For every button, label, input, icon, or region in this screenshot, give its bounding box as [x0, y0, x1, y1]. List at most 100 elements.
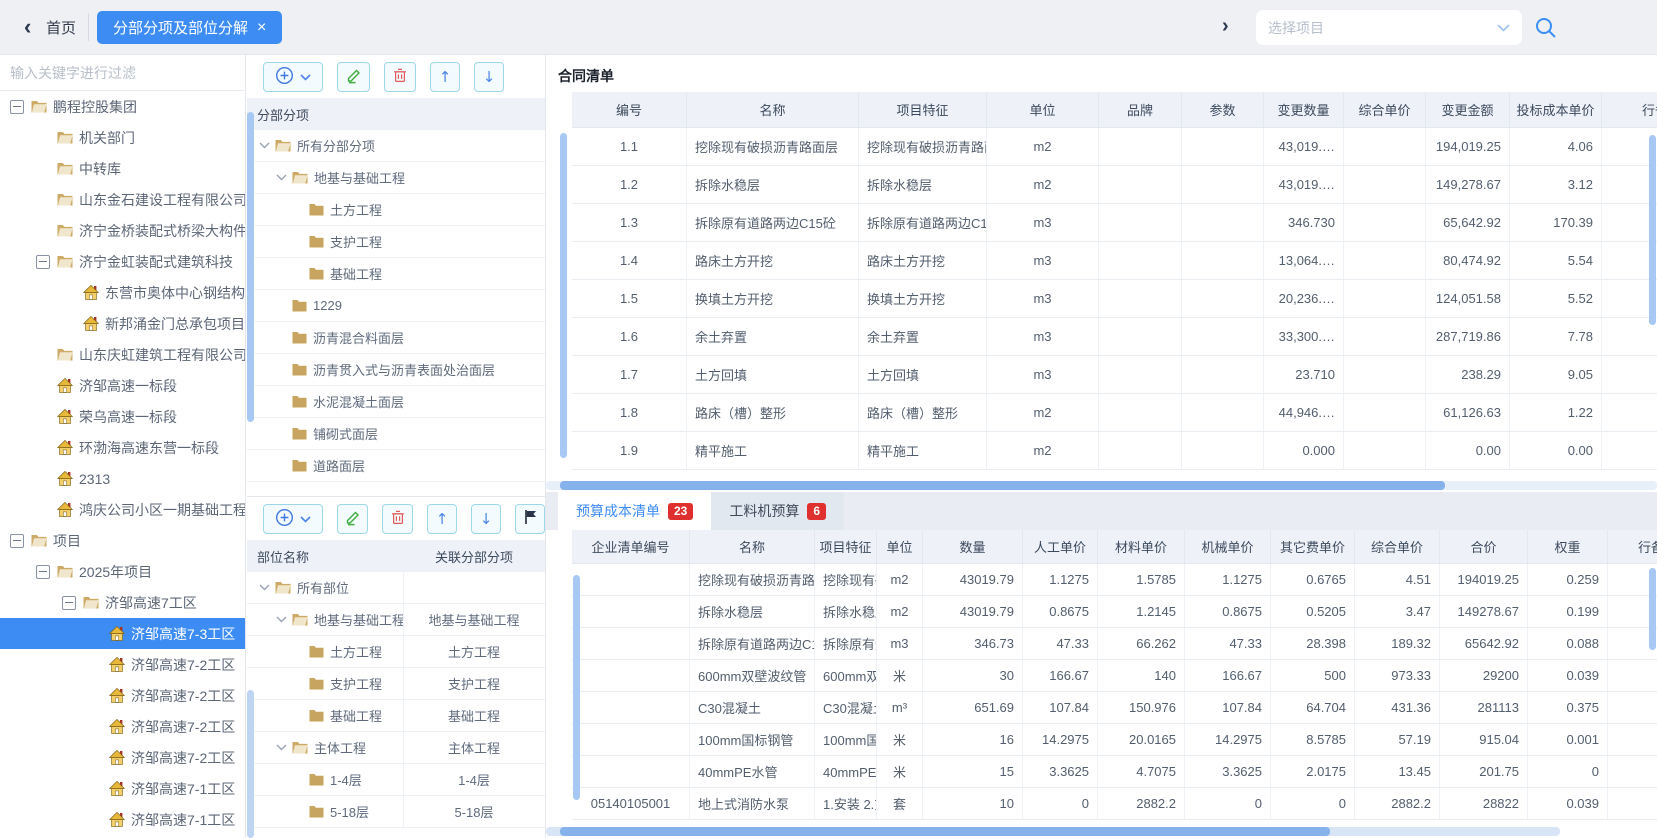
parts-table-row[interactable]: 5-18层5-18层: [247, 796, 545, 828]
parts-table-row[interactable]: 主体工程主体工程: [247, 732, 545, 764]
column-header[interactable]: 企业清单编号: [572, 530, 690, 564]
sidebar-scrollbar-thumb[interactable]: [247, 112, 254, 422]
edit-button[interactable]: [337, 62, 370, 92]
sidebar-tree-item[interactable]: 山东庆虹建筑工程有限公司: [0, 339, 245, 370]
column-header[interactable]: 变更金额: [1426, 92, 1510, 128]
search-icon[interactable]: [1534, 16, 1557, 42]
table-row[interactable]: 挖除现有破损沥青路面层挖除现有破损沥青路面层m243019.791.12751.…: [572, 564, 1657, 596]
column-header[interactable]: 其它费单价: [1271, 530, 1355, 564]
chevron-down-icon[interactable]: [276, 616, 287, 623]
sidebar-tree-item[interactable]: 济邹高速7工区: [0, 587, 245, 618]
sidebar-tree-item[interactable]: 济邹高速7-2工区（: [0, 649, 245, 680]
parts-table-row[interactable]: 支护工程支护工程: [247, 668, 545, 700]
division-tree-item[interactable]: 支护工程: [247, 226, 545, 258]
table-row[interactable]: 拆除原有道路两边C15砼拆除原有道路两边C15砼m3346.7347.3366.…: [572, 628, 1657, 660]
column-header[interactable]: 合价: [1440, 530, 1528, 564]
collapse-expander-icon[interactable]: [62, 596, 76, 610]
table-row[interactable]: 1.5换填土方开挖换填土方开挖m320,236.…124,051.585.52: [572, 280, 1657, 318]
sidebar-tree-item[interactable]: 项目: [0, 525, 245, 556]
table-row[interactable]: 1.2拆除水稳层拆除水稳层m243,019.…149,278.673.12: [572, 166, 1657, 204]
column-header[interactable]: 人工单价: [1023, 530, 1098, 564]
column-header[interactable]: 综合单价: [1344, 92, 1426, 128]
chevron-down-icon[interactable]: [276, 744, 287, 751]
division-tree-item[interactable]: 1229: [247, 290, 545, 322]
sidebar-filter-input[interactable]: [0, 55, 246, 91]
edit-button[interactable]: [337, 504, 368, 534]
project-select[interactable]: 选择项目: [1256, 10, 1522, 45]
contract-hscroll-thumb[interactable]: [560, 481, 1445, 490]
add-button[interactable]: [263, 62, 323, 92]
tab-home[interactable]: 首页: [46, 17, 76, 38]
forward-icon[interactable]: ›: [1222, 15, 1229, 38]
collapse-expander-icon[interactable]: [36, 565, 50, 579]
sidebar-tree-item[interactable]: 2025年项目: [0, 556, 245, 587]
delete-button[interactable]: [384, 62, 416, 92]
column-header[interactable]: 行备注: [1608, 530, 1657, 564]
column-header[interactable]: 机械单价: [1185, 530, 1271, 564]
division-tree-item[interactable]: 沥青混合料面层: [247, 322, 545, 354]
contract-right-scrollbar-thumb[interactable]: [1649, 135, 1656, 325]
sidebar-tree-item[interactable]: 鹏程控股集团: [0, 91, 245, 122]
collapse-expander-icon[interactable]: [10, 100, 24, 114]
table-row[interactable]: 1.3拆除原有道路两边C15砼拆除原有道路两边C15砼m3346.73065,6…: [572, 204, 1657, 242]
tab-budget-cost-list[interactable]: 预算成本清单23: [558, 492, 711, 530]
sidebar-tree-item[interactable]: 环渤海高速东营一标段: [0, 432, 245, 463]
sidebar-tree-item[interactable]: 鸿庆公司小区一期基础工程: [0, 494, 245, 525]
budget-hscroll-thumb[interactable]: [560, 827, 1330, 836]
table-row[interactable]: 1.4路床土方开挖路床土方开挖m313,064.…80,474.925.54: [572, 242, 1657, 280]
division-tree-item[interactable]: 铺砌式面层: [247, 418, 545, 450]
column-header[interactable]: 行备注: [1602, 92, 1657, 128]
sidebar-tree-item[interactable]: 济邹高速一标段: [0, 370, 245, 401]
sidebar-tree-item[interactable]: 机关部门: [0, 122, 245, 153]
table-row[interactable]: 600mm双壁波纹管600mm双壁波纹管米30166.67140166.6750…: [572, 660, 1657, 692]
column-header[interactable]: 编号: [572, 92, 687, 128]
parts-table-row[interactable]: 1-4层1-4层: [247, 764, 545, 796]
move-down-button[interactable]: ↓: [474, 62, 504, 92]
division-tree-item[interactable]: 土方工程: [247, 194, 545, 226]
tab-labor-material-budget[interactable]: 工料机预算6: [711, 492, 844, 530]
table-row[interactable]: 1.7土方回填土方回填m323.710238.299.05: [572, 356, 1657, 394]
parts-table-row[interactable]: 地基与基础工程地基与基础工程: [247, 604, 545, 636]
sidebar-tree-item[interactable]: 济邹高速7-3工区（: [0, 618, 245, 649]
column-header[interactable]: 名称: [687, 92, 859, 128]
division-tree-item[interactable]: 所有分部分项: [247, 130, 545, 162]
column-header[interactable]: 名称: [690, 530, 815, 564]
sidebar-tree-item[interactable]: 东营市奥体中心钢结构: [0, 277, 245, 308]
chevron-down-icon[interactable]: [259, 584, 270, 591]
tab-active-division-breakdown[interactable]: 分部分项及部位分解 ×: [97, 11, 282, 44]
sidebar-tree-item[interactable]: 2313: [0, 463, 245, 494]
sidebar-tree-item[interactable]: 中转库: [0, 153, 245, 184]
division-tree-item[interactable]: 水泥混凝土面层: [247, 386, 545, 418]
sidebar-tree-item[interactable]: 济邹高速7-1工区（: [0, 804, 245, 835]
flag-button[interactable]: [515, 504, 545, 534]
budget-left-scrollbar-thumb[interactable]: [573, 575, 580, 800]
table-row[interactable]: C30混凝土C30混凝土m³651.69107.84150.976107.846…: [572, 692, 1657, 724]
table-row[interactable]: 1.8路床（槽）整形路床（槽）整形m244,946.…61,126.631.22: [572, 394, 1657, 432]
delete-button[interactable]: [382, 504, 413, 534]
contract-left-scrollbar-thumb[interactable]: [560, 133, 567, 458]
back-icon[interactable]: ‹: [24, 14, 31, 40]
sidebar-tree-item[interactable]: 济邹高速7-2工区（: [0, 711, 245, 742]
table-row[interactable]: 40mmPE水管40mmPE水管米153.36254.70753.36252.0…: [572, 756, 1657, 788]
column-header[interactable]: 单位: [877, 530, 923, 564]
column-header[interactable]: 变更数量: [1264, 92, 1344, 128]
chevron-down-icon[interactable]: [259, 142, 270, 149]
column-header[interactable]: 品牌: [1099, 92, 1182, 128]
tab-close-icon[interactable]: ×: [257, 20, 266, 36]
division-tree-item[interactable]: 沥青贯入式与沥青表面处治面层: [247, 354, 545, 386]
parts-table-row[interactable]: 土方工程土方工程: [247, 636, 545, 668]
column-header[interactable]: 单位: [987, 92, 1099, 128]
column-header[interactable]: 项目特征: [815, 530, 877, 564]
column-header[interactable]: 投标成本单价: [1510, 92, 1602, 128]
sidebar-tree-item[interactable]: 荣乌高速一标段: [0, 401, 245, 432]
column-header[interactable]: 材料单价: [1098, 530, 1185, 564]
division-tree-item[interactable]: 道路面层: [247, 450, 545, 482]
sidebar-tree-item[interactable]: 济邹高速7-2工区: [0, 742, 245, 773]
collapse-expander-icon[interactable]: [36, 255, 50, 269]
sidebar-tree-item[interactable]: 济邹高速7-2工区（: [0, 680, 245, 711]
column-header[interactable]: 权重: [1528, 530, 1608, 564]
move-down-button[interactable]: ↓: [471, 504, 501, 534]
division-tree-item[interactable]: 基础工程: [247, 258, 545, 290]
chevron-down-icon[interactable]: [276, 174, 287, 181]
parts-table-row[interactable]: 基础工程基础工程: [247, 700, 545, 732]
